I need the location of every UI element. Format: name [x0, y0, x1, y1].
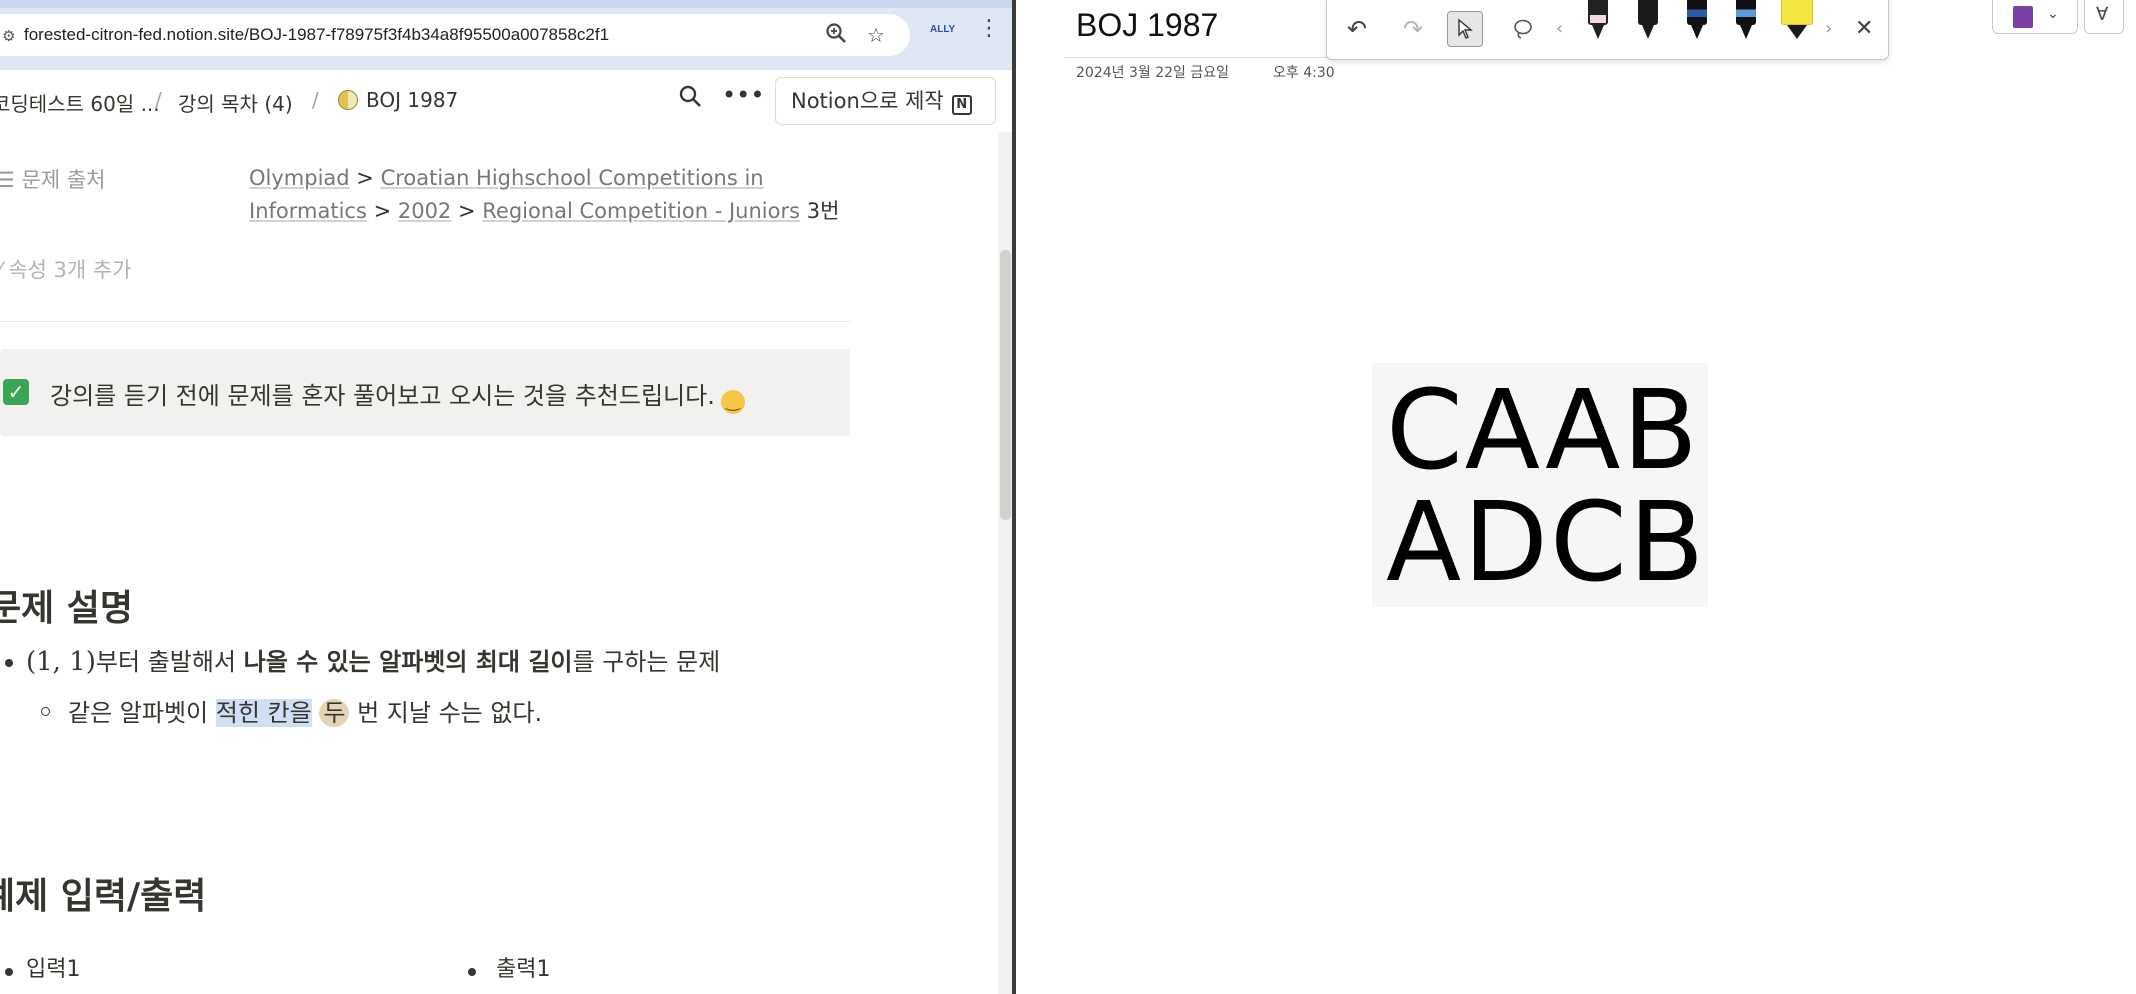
property-source-label: ☰ 문제 출처 [0, 168, 106, 192]
callout-text: 강의를 듣기 전에 문제를 혼자 풀어보고 오시는 것을 추천드립니다. ‿ [50, 376, 745, 414]
bookmark-star-icon[interactable]: ☆ [863, 22, 889, 48]
bullet-dot [5, 659, 13, 667]
cursor-highlight: 두 [319, 699, 350, 727]
source-link-regional[interactable]: Regional Competition - Juniors [482, 199, 800, 223]
callout-block: ✓ 강의를 듣기 전에 문제를 혼자 풀어보고 오시는 것을 추천드립니다. ‿ [0, 349, 850, 436]
notion-topbar: 코딩테스트 60일 ... / 강의 목차 (4) / BOJ 1987 •••… [0, 70, 1000, 132]
math-coordinate: (1, 1) [26, 647, 96, 677]
pen-body [1588, 0, 1608, 25]
bullet-item-1-sub: 같은 알파벳이 적힌 칸을 두 번 지날 수는 없다. [68, 699, 543, 727]
sub-bullet-ring [41, 707, 50, 716]
browser-toolbar: ⚙ forested-citron-fed.notion.site/BOJ-19… [0, 0, 1012, 70]
pen-tool-4[interactable] [1733, 0, 1759, 43]
notebook-icon [2013, 6, 2033, 28]
page-icon [338, 90, 358, 110]
pen-tool-3[interactable] [1684, 0, 1710, 43]
tab-strip [0, 0, 1012, 8]
pen-body [1736, 0, 1756, 25]
divider [0, 321, 850, 322]
pen-color-swatch [1590, 15, 1606, 23]
made-with-notion-button[interactable]: Notion으로 제작 N [775, 77, 996, 125]
notebook-button[interactable]: ⌄ [1992, 0, 2078, 34]
page-title[interactable]: BOJ 1987 [1076, 7, 1218, 44]
breadcrumb-item-toc[interactable]: 강의 목차 (4) [178, 88, 293, 117]
source-link-olympiad[interactable]: Olympiad [249, 166, 350, 190]
source-link-2002[interactable]: 2002 [398, 199, 451, 223]
pen-tool-1[interactable] [1585, 0, 1611, 43]
property-source-value: Olympiad > Croatian Highschool Competiti… [249, 166, 840, 223]
bold-phrase: 나올 수 있는 알파벳의 최대 길이 [243, 648, 573, 676]
highlighter-body [1781, 0, 1813, 25]
text-selection: 적힌 칸을 [215, 699, 312, 727]
page-date: 2024년 3월 22일 금요일 [1076, 65, 1229, 81]
note-window: BOJ 1987 2024년 3월 22일 금요일 오후 4:30 ↶ ↷ ‹ [1016, 0, 2136, 994]
filter-button[interactable]: ∀ [2084, 0, 2124, 34]
pen-tip [1592, 25, 1604, 39]
page-time: 오후 4:30 [1273, 65, 1335, 81]
url-text[interactable]: forested-citron-fed.notion.site/BOJ-1987… [24, 25, 609, 45]
notion-page-content: ☰ 문제 출처 Olympiad > Croatian Highschool C… [0, 132, 998, 994]
heading-problem-description: 문제 설명 [0, 588, 134, 629]
filter-icon: ∀ [2096, 4, 2109, 25]
check-mark-icon: ✓ [3, 379, 29, 405]
undo-icon[interactable]: ↶ [1339, 11, 1375, 47]
redo-icon[interactable]: ↷ [1395, 11, 1431, 47]
pen-tool-2[interactable] [1635, 0, 1661, 43]
more-options-icon[interactable]: ••• [722, 80, 764, 110]
breadcrumb-separator: / [155, 88, 162, 112]
pen-tip [1740, 25, 1752, 39]
scrollbar-thumb[interactable] [1000, 250, 1011, 520]
example-output-label: 출력1 [496, 957, 551, 982]
highlighter-tool[interactable] [1779, 0, 1815, 43]
pen-tip [1691, 25, 1703, 39]
smile-emoji-icon: ‿ [720, 390, 745, 414]
browser-window: ⚙ forested-citron-fed.notion.site/BOJ-19… [0, 0, 1012, 994]
breadcrumb-current-label: BOJ 1987 [366, 88, 459, 112]
address-bar[interactable]: ⚙ forested-citron-fed.notion.site/BOJ-19… [0, 14, 910, 56]
pen-body [1638, 0, 1658, 25]
highlighter-tip [1787, 25, 1807, 39]
bullet-dot [5, 968, 13, 976]
site-info-icon[interactable]: ⚙ [2, 27, 15, 45]
select-pointer-icon[interactable] [1447, 11, 1483, 47]
bullet-item-1: (1, 1)부터 출발해서 나올 수 있는 알파벳의 최대 길이를 구하는 문제 [26, 647, 721, 677]
example-input-label: 입력1 [26, 957, 81, 982]
bullet-dot [468, 968, 476, 976]
heading-example-io: 예제 입력/출력 [0, 876, 207, 917]
browser-menu-icon[interactable]: ⋮ [978, 18, 1000, 40]
lasso-select-icon[interactable] [1505, 11, 1541, 47]
pens-scroll-left-icon[interactable]: ‹ [1556, 11, 1563, 47]
add-properties-button[interactable]: ⁄ 속성 3개 추가 [0, 254, 132, 284]
ink-line-2: ADCB [1386, 478, 1707, 606]
made-with-label: Notion으로 제작 [791, 89, 944, 113]
title-underline [1064, 57, 1354, 58]
pens-scroll-right-icon[interactable]: › [1825, 11, 1832, 47]
notion-logo-icon: N [951, 95, 972, 115]
ally-extension-icon[interactable]: ALLY [930, 24, 955, 35]
ink-line-1: CAAB [1386, 366, 1700, 494]
zoom-icon[interactable] [823, 22, 849, 48]
chevron-down-icon: ⌄ [2047, 6, 2059, 22]
source-suffix: 3번 [806, 199, 840, 223]
pen-body [1687, 0, 1707, 25]
ink-drawing[interactable]: CAAB ADCB [1372, 363, 1708, 607]
breadcrumb-separator: / [312, 88, 319, 112]
draw-toolbar: ↶ ↷ ‹ › ✕ [1326, 0, 1889, 60]
pen-tip [1642, 25, 1654, 39]
breadcrumb-item-course[interactable]: 코딩테스트 60일 ... [0, 88, 160, 117]
search-icon[interactable] [678, 84, 702, 115]
close-toolbar-icon[interactable]: ✕ [1855, 11, 1873, 47]
breadcrumb-item-current[interactable]: BOJ 1987 [338, 88, 458, 112]
